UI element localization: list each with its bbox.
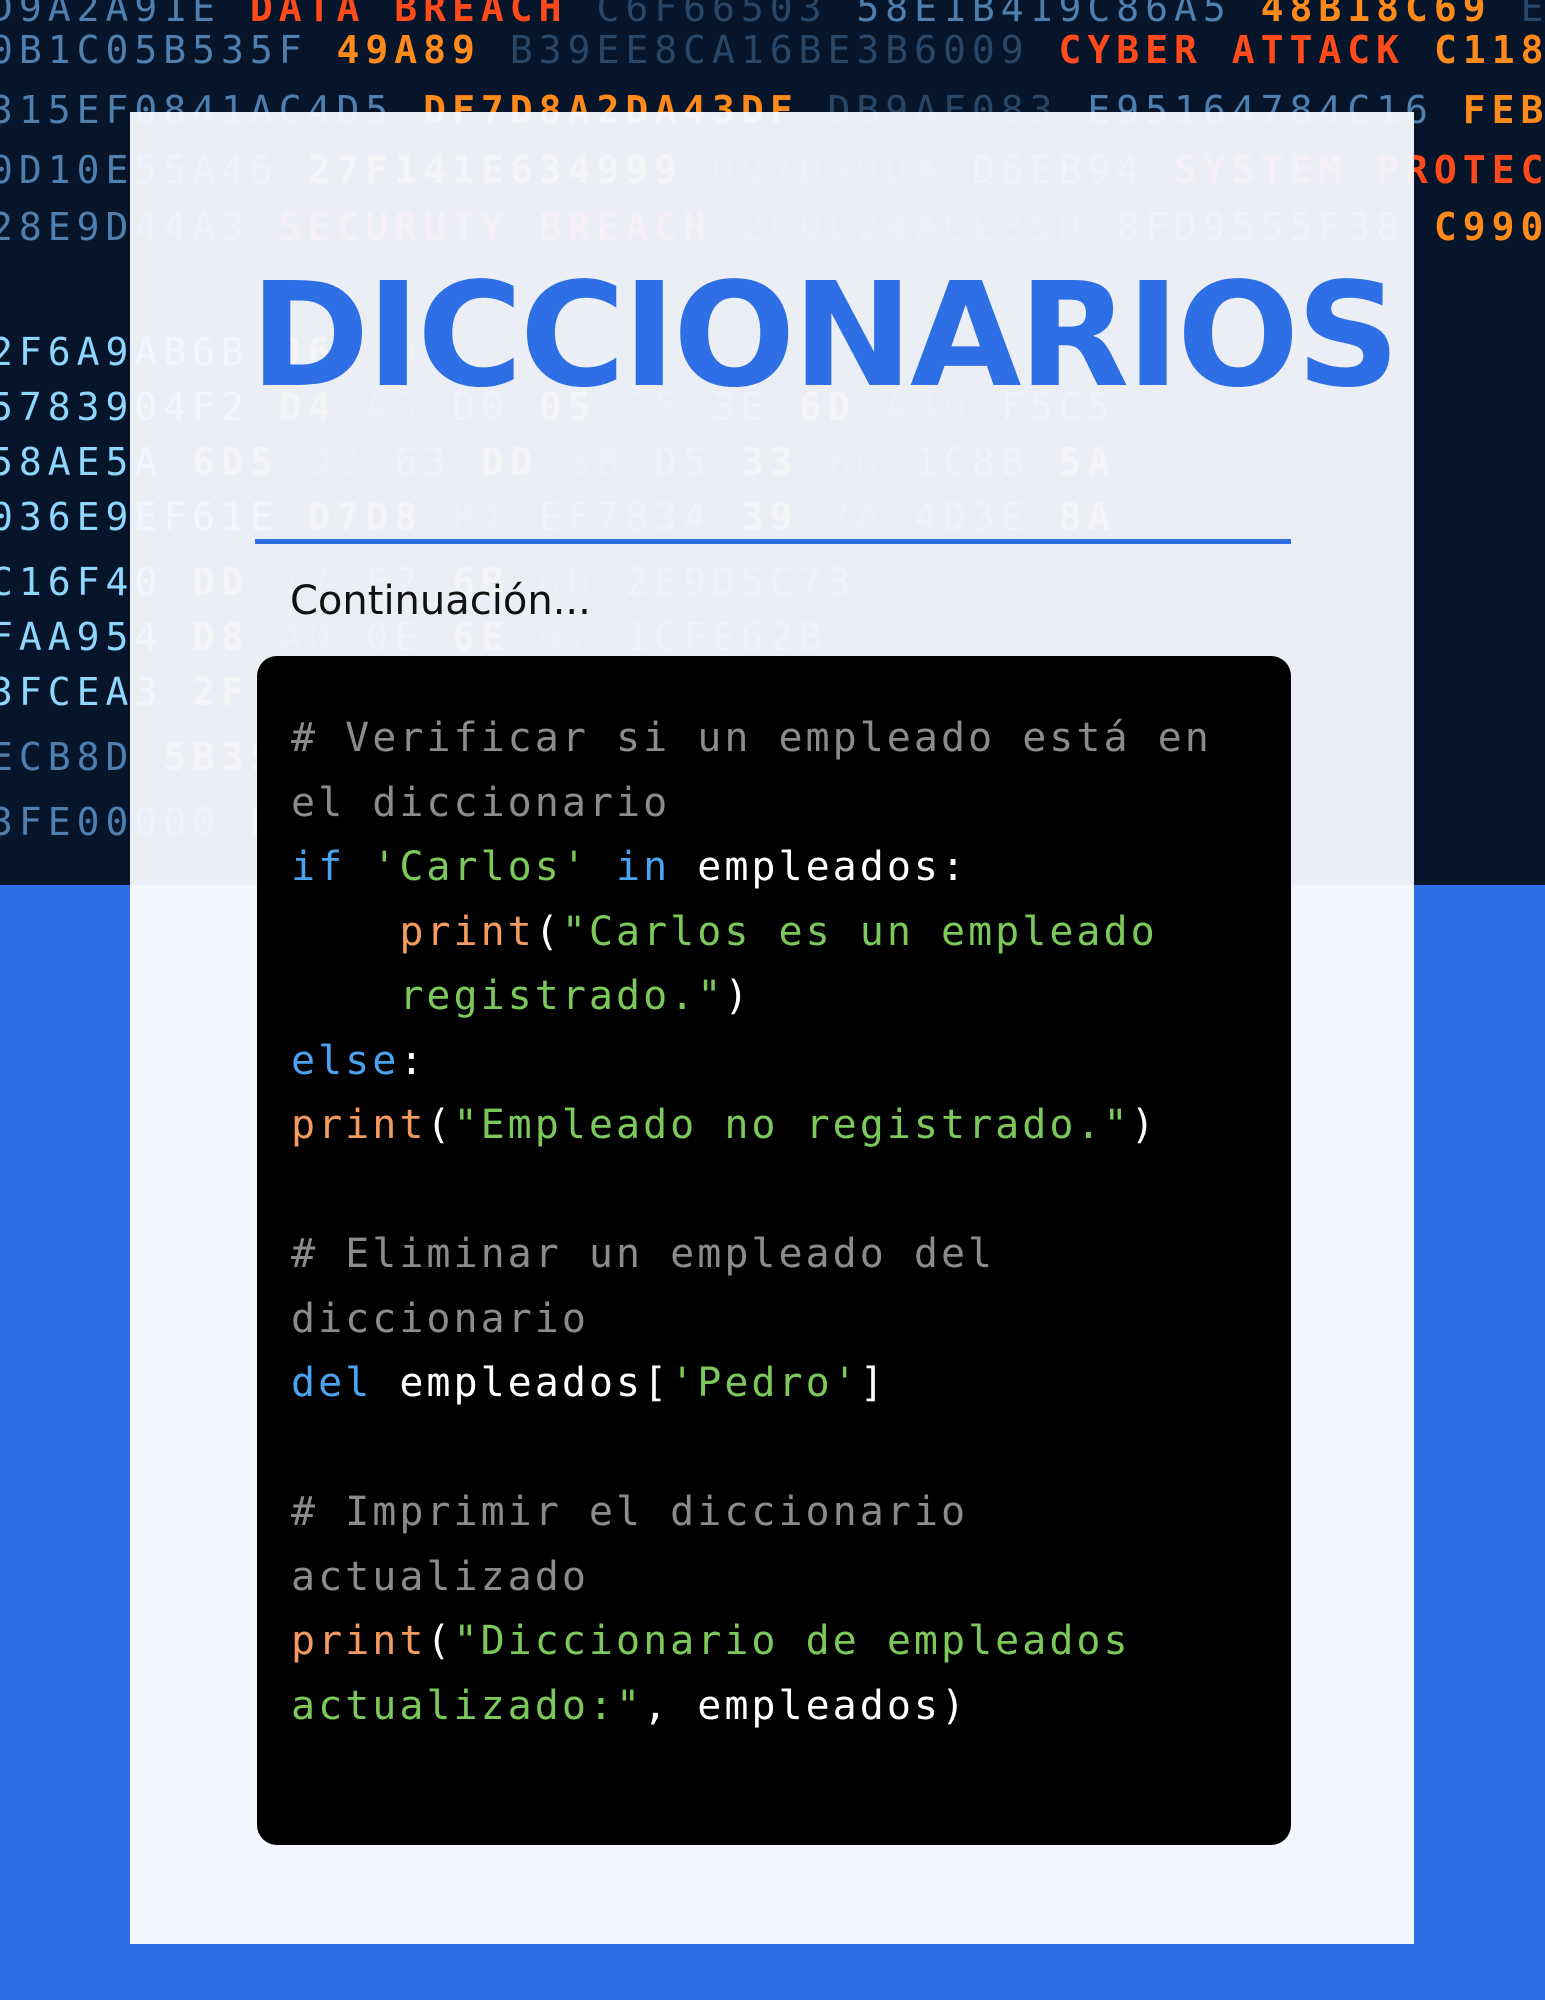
code-line: registrado.") bbox=[291, 964, 1261, 1029]
code-line: print("Empleado no registrado.") bbox=[291, 1093, 1261, 1158]
code-token-keyword: del bbox=[291, 1360, 373, 1406]
code-token-plain: ( bbox=[426, 1618, 454, 1664]
code-token-comment: diccionario bbox=[291, 1295, 589, 1342]
code-token-string: "Empleado no registrado." bbox=[453, 1102, 1131, 1148]
code-line: # Eliminar un empleado del bbox=[291, 1222, 1261, 1287]
code-line: actualizado bbox=[291, 1545, 1261, 1610]
code-token-keyword: else bbox=[291, 1037, 400, 1084]
code-token-func: print bbox=[291, 1618, 427, 1664]
code-token-func: print bbox=[291, 1102, 427, 1148]
code-token-func: print bbox=[399, 908, 535, 955]
code-token-string: registrado." bbox=[399, 973, 725, 1019]
code-token-plain: ) bbox=[1130, 1102, 1158, 1148]
code-line: if 'Carlos' in empleados: bbox=[291, 835, 1261, 900]
hex-chunk: 48B18C69 bbox=[1260, 0, 1521, 30]
code-token-plain: empleados: bbox=[670, 844, 969, 890]
hex-chunk: 0B1C05B535F bbox=[0, 28, 337, 72]
code-token-plain: ( bbox=[534, 908, 562, 955]
code-token-comment: # Eliminar un empleado del bbox=[291, 1231, 996, 1277]
code-token-string: "Diccionario de empleados bbox=[453, 1618, 1131, 1664]
hex-chunk: 49A89 bbox=[336, 28, 510, 72]
code-line: actualizado:", empleados) bbox=[291, 1674, 1261, 1739]
code-line: del empleados['Pedro'] bbox=[291, 1351, 1261, 1416]
code-token-keyword: in bbox=[616, 844, 671, 890]
hex-chunk: B39EE8CA16BE3B6009 bbox=[509, 28, 1059, 72]
hex-chunk: C990F7 bbox=[1433, 205, 1545, 249]
code-token-plain: : bbox=[399, 1037, 427, 1084]
code-token-comment: # Verificar si un empleado está en bbox=[291, 715, 1212, 761]
code-token-comment: el diccionario bbox=[291, 779, 671, 826]
code-token-string: 'Carlos' bbox=[372, 844, 589, 890]
hex-chunk: C6F66503 bbox=[596, 0, 857, 30]
code-line: # Verificar si un empleado está en bbox=[291, 706, 1261, 771]
hex-chunk: 58E1B419C86A5 bbox=[856, 0, 1261, 30]
hex-chunk: FEB6A68D7B881F bbox=[1462, 88, 1545, 132]
title-divider bbox=[255, 539, 1291, 544]
code-token-plain: ) bbox=[724, 973, 752, 1019]
code-token-plain: ] bbox=[859, 1360, 887, 1406]
code-token-string: "Carlos es un empleado bbox=[561, 908, 1158, 955]
code-token-comment: # Imprimir el diccionario bbox=[291, 1489, 969, 1535]
code-token-string: 'Pedro' bbox=[670, 1360, 860, 1406]
code-token-plain: ( bbox=[426, 1102, 454, 1148]
code-token-keyword: if bbox=[291, 844, 346, 890]
code-block: # Verificar si un empleado está en el dic… bbox=[257, 656, 1291, 1845]
hex-chunk: C11812A645033974F1489 bbox=[1433, 28, 1545, 72]
code-token-comment: actualizado bbox=[291, 1553, 589, 1600]
code-token-plain: , empleados) bbox=[643, 1682, 969, 1729]
code-line: diccionario bbox=[291, 1287, 1261, 1352]
code-line: el diccionario bbox=[291, 771, 1261, 836]
code-line: print("Carlos es un empleado bbox=[291, 900, 1261, 965]
hex-row: 0B1C05B535F 49A89 B39EE8CA16BE3B6009 CYB… bbox=[0, 28, 1545, 72]
code-token-string: actualizado:" bbox=[291, 1682, 644, 1729]
page-title: DICCIONARIOS bbox=[250, 251, 1400, 419]
hex-chunk: EDB23E6FB15343662EB00C33A8163 bbox=[1520, 0, 1545, 30]
subtitle: Continuación... bbox=[290, 578, 591, 624]
hex-chunk: CYBER ATTACK bbox=[1058, 28, 1434, 72]
hex-chunk: D9A2A91E bbox=[0, 0, 250, 30]
code-line: else: bbox=[291, 1029, 1261, 1094]
hex-chunk: DATA BREACH bbox=[249, 0, 597, 30]
code-line: print("Diccionario de empleados bbox=[291, 1609, 1261, 1674]
code-line: # Imprimir el diccionario bbox=[291, 1480, 1261, 1545]
code-token-plain: empleados[ bbox=[372, 1360, 671, 1406]
hex-row: D9A2A91E DATA BREACH C6F66503 58E1B419C8… bbox=[0, 0, 1545, 30]
